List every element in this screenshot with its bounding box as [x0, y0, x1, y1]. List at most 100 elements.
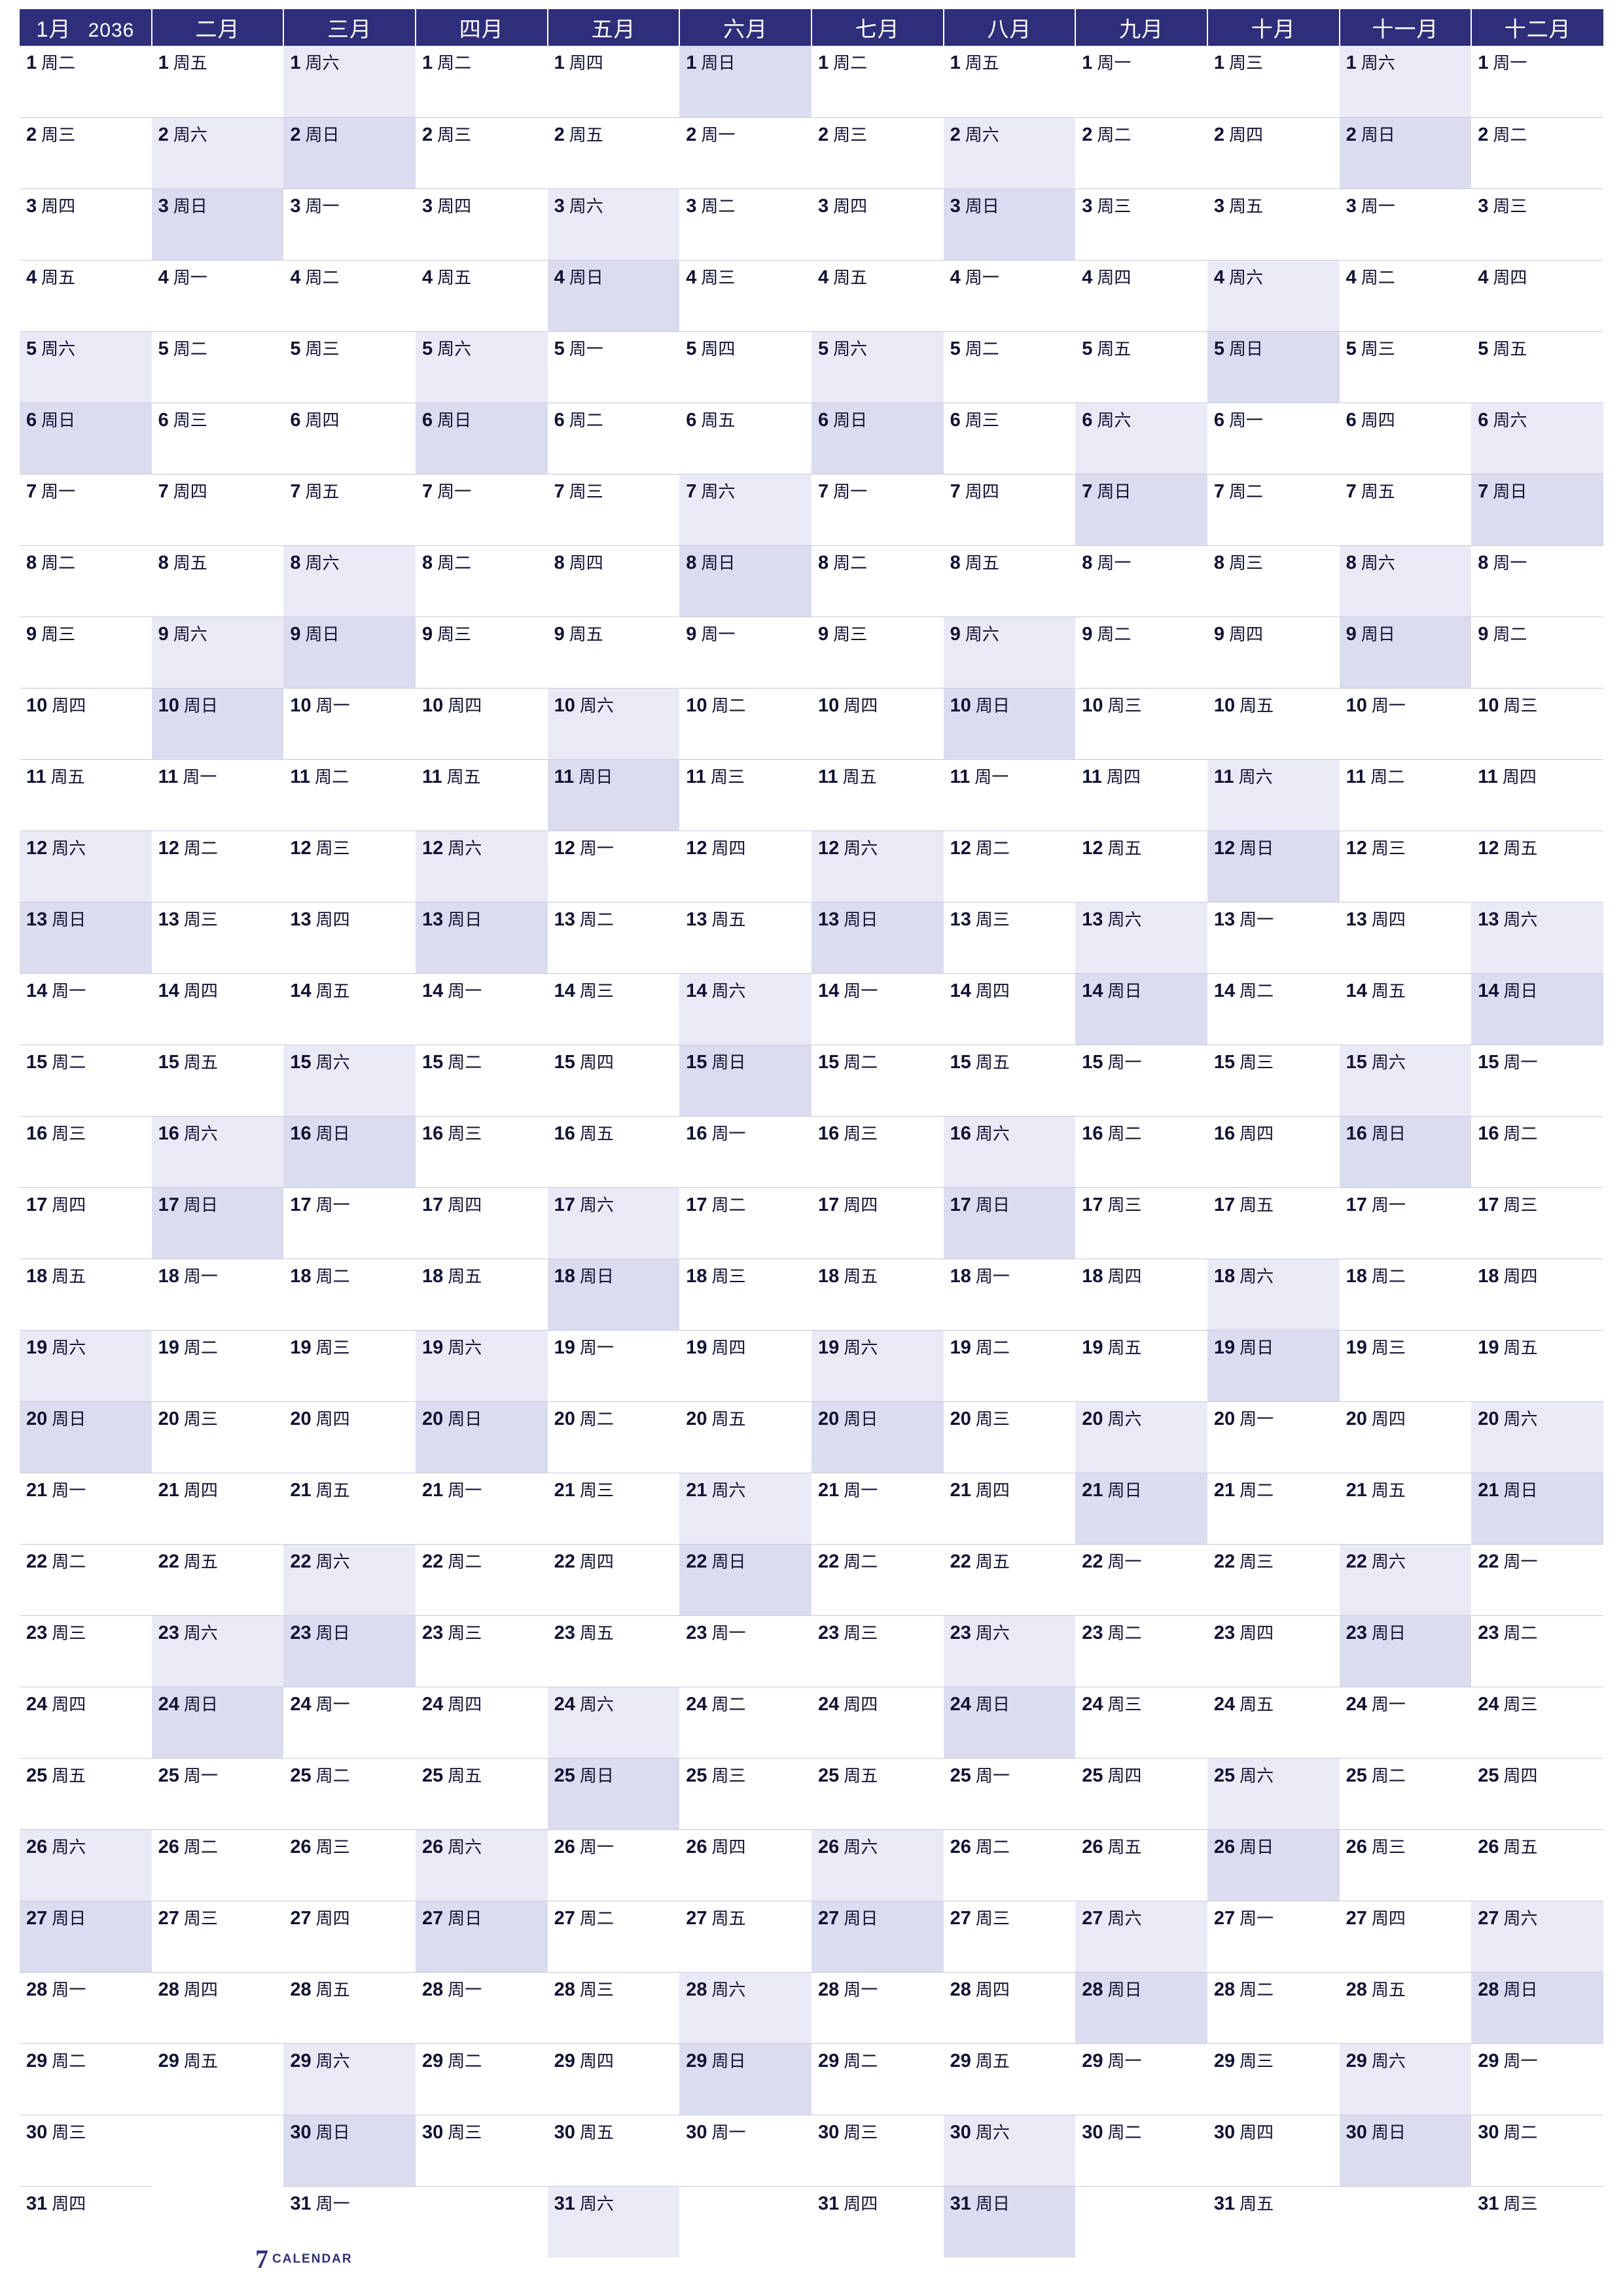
day-cell[interactable]: 27 周五 — [679, 1901, 812, 1973]
day-cell[interactable]: 24 周四 — [415, 1687, 548, 1759]
day-cell[interactable]: 9 周四 — [1207, 617, 1340, 689]
day-cell[interactable]: 16 周二 — [1471, 1116, 1603, 1188]
day-cell[interactable]: 20 周三 — [943, 1401, 1076, 1473]
day-cell[interactable]: 26 周六 — [20, 1829, 152, 1901]
day-cell[interactable]: 31 周四 — [20, 2186, 152, 2257]
day-cell[interactable]: 23 周二 — [1075, 1615, 1207, 1687]
day-cell[interactable]: 5 周日 — [1207, 331, 1340, 403]
day-cell[interactable]: 29 周日 — [679, 2043, 812, 2115]
day-cell[interactable]: 19 周六 — [20, 1330, 152, 1402]
day-cell[interactable]: 5 周五 — [1471, 331, 1603, 403]
day-cell[interactable]: 21 周一 — [415, 1473, 548, 1545]
day-cell[interactable]: 16 周四 — [1207, 1116, 1340, 1188]
day-cell[interactable]: 10 周一 — [1339, 688, 1472, 760]
day-cell[interactable]: 9 周六 — [943, 617, 1076, 689]
day-cell[interactable]: 25 周三 — [679, 1758, 812, 1830]
day-cell[interactable]: 24 周一 — [1339, 1687, 1472, 1759]
day-cell[interactable]: 23 周五 — [547, 1615, 680, 1687]
day-cell[interactable]: 6 周四 — [1339, 403, 1472, 475]
day-cell[interactable]: 25 周二 — [1339, 1758, 1472, 1830]
day-cell[interactable]: 30 周五 — [547, 2115, 680, 2187]
day-cell[interactable]: 15 周二 — [20, 1045, 152, 1117]
day-cell[interactable]: 14 周六 — [679, 973, 812, 1045]
day-cell[interactable]: 20 周一 — [1207, 1401, 1340, 1473]
day-cell[interactable]: 24 周三 — [1471, 1687, 1603, 1759]
day-cell[interactable]: 15 周一 — [1471, 1045, 1603, 1117]
day-cell[interactable]: 20 周三 — [151, 1401, 284, 1473]
day-cell[interactable]: 4 周一 — [151, 260, 284, 332]
day-cell[interactable]: 8 周一 — [1471, 545, 1603, 617]
day-cell[interactable]: 3 周六 — [547, 188, 680, 260]
day-cell[interactable]: 28 周一 — [20, 1972, 152, 2044]
day-cell[interactable]: 2 周三 — [811, 117, 944, 189]
day-cell[interactable]: 26 周三 — [1339, 1829, 1472, 1901]
day-cell[interactable]: 5 周三 — [1339, 331, 1472, 403]
day-cell[interactable]: 14 周五 — [1339, 973, 1472, 1045]
day-cell[interactable]: 16 周六 — [943, 1116, 1076, 1188]
day-cell[interactable]: 23 周四 — [1207, 1615, 1340, 1687]
day-cell[interactable]: 20 周六 — [1471, 1401, 1603, 1473]
day-cell[interactable]: 26 周五 — [1075, 1829, 1207, 1901]
day-cell[interactable]: 7 周五 — [283, 474, 416, 546]
day-cell[interactable]: 23 周日 — [1339, 1615, 1472, 1687]
day-cell[interactable]: 21 周日 — [1471, 1473, 1603, 1545]
day-cell[interactable]: 10 周四 — [811, 688, 944, 760]
day-cell[interactable]: 22 周六 — [1339, 1544, 1472, 1616]
day-cell[interactable]: 17 周日 — [943, 1187, 1076, 1259]
day-cell[interactable]: 13 周日 — [20, 902, 152, 974]
day-cell[interactable]: 16 周二 — [1075, 1116, 1207, 1188]
day-cell[interactable]: 12 周六 — [20, 831, 152, 903]
day-cell[interactable]: 13 周四 — [1339, 902, 1472, 974]
day-cell[interactable]: 29 周二 — [811, 2043, 944, 2115]
day-cell[interactable]: 28 周二 — [1207, 1972, 1340, 2044]
day-cell[interactable]: 1 周日 — [679, 46, 812, 118]
day-cell[interactable]: 27 周四 — [283, 1901, 416, 1973]
day-cell[interactable]: 4 周三 — [679, 260, 812, 332]
day-cell[interactable]: 11 周二 — [1339, 759, 1472, 831]
day-cell[interactable]: 1 周一 — [1075, 46, 1207, 118]
day-cell[interactable]: 21 周一 — [20, 1473, 152, 1545]
day-cell[interactable]: 17 周六 — [547, 1187, 680, 1259]
day-cell[interactable]: 1 周二 — [415, 46, 548, 118]
day-cell[interactable]: 30 周三 — [811, 2115, 944, 2187]
day-cell[interactable]: 11 周日 — [547, 759, 680, 831]
day-cell[interactable]: 27 周日 — [20, 1901, 152, 1973]
day-cell[interactable]: 14 周五 — [283, 973, 416, 1045]
day-cell[interactable]: 28 周五 — [1339, 1972, 1472, 2044]
day-cell[interactable]: 29 周一 — [1471, 2043, 1603, 2115]
day-cell[interactable]: 23 周三 — [20, 1615, 152, 1687]
day-cell[interactable]: 26 周四 — [679, 1829, 812, 1901]
day-cell[interactable]: 22 周日 — [679, 1544, 812, 1616]
day-cell[interactable]: 24 周日 — [151, 1687, 284, 1759]
day-cell[interactable]: 26 周六 — [811, 1829, 944, 1901]
day-cell[interactable]: 5 周三 — [283, 331, 416, 403]
day-cell[interactable]: 29 周一 — [1075, 2043, 1207, 2115]
day-cell[interactable]: 20 周四 — [283, 1401, 416, 1473]
day-cell[interactable]: 29 周二 — [415, 2043, 548, 2115]
day-cell[interactable]: 18 周五 — [415, 1259, 548, 1331]
day-cell[interactable]: 15 周五 — [151, 1045, 284, 1117]
day-cell[interactable]: 17 周一 — [283, 1187, 416, 1259]
day-cell[interactable]: 28 周六 — [679, 1972, 812, 2044]
day-cell[interactable]: 15 周日 — [679, 1045, 812, 1117]
day-cell[interactable]: 3 周日 — [151, 188, 284, 260]
day-cell[interactable]: 27 周一 — [1207, 1901, 1340, 1973]
day-cell[interactable]: 3 周三 — [1471, 188, 1603, 260]
day-cell[interactable]: 2 周六 — [943, 117, 1076, 189]
day-cell[interactable]: 6 周五 — [679, 403, 812, 475]
day-cell[interactable]: 1 周六 — [1339, 46, 1472, 118]
day-cell[interactable]: 31 周四 — [812, 2186, 944, 2257]
day-cell[interactable]: 9 周三 — [811, 617, 944, 689]
day-cell[interactable]: 15 周二 — [415, 1045, 548, 1117]
day-cell[interactable]: 18 周五 — [20, 1259, 152, 1331]
day-cell[interactable]: 28 周一 — [811, 1972, 944, 2044]
day-cell[interactable]: 4 周五 — [811, 260, 944, 332]
day-cell[interactable]: 1 周二 — [20, 46, 152, 118]
day-cell[interactable]: 5 周六 — [811, 331, 944, 403]
day-cell[interactable]: 8 周日 — [679, 545, 812, 617]
day-cell[interactable]: 29 周五 — [943, 2043, 1076, 2115]
day-cell[interactable]: 19 周四 — [679, 1330, 812, 1402]
day-cell[interactable]: 8 周四 — [547, 545, 680, 617]
day-cell[interactable]: 9 周日 — [1339, 617, 1472, 689]
day-cell[interactable]: 10 周三 — [1471, 688, 1603, 760]
